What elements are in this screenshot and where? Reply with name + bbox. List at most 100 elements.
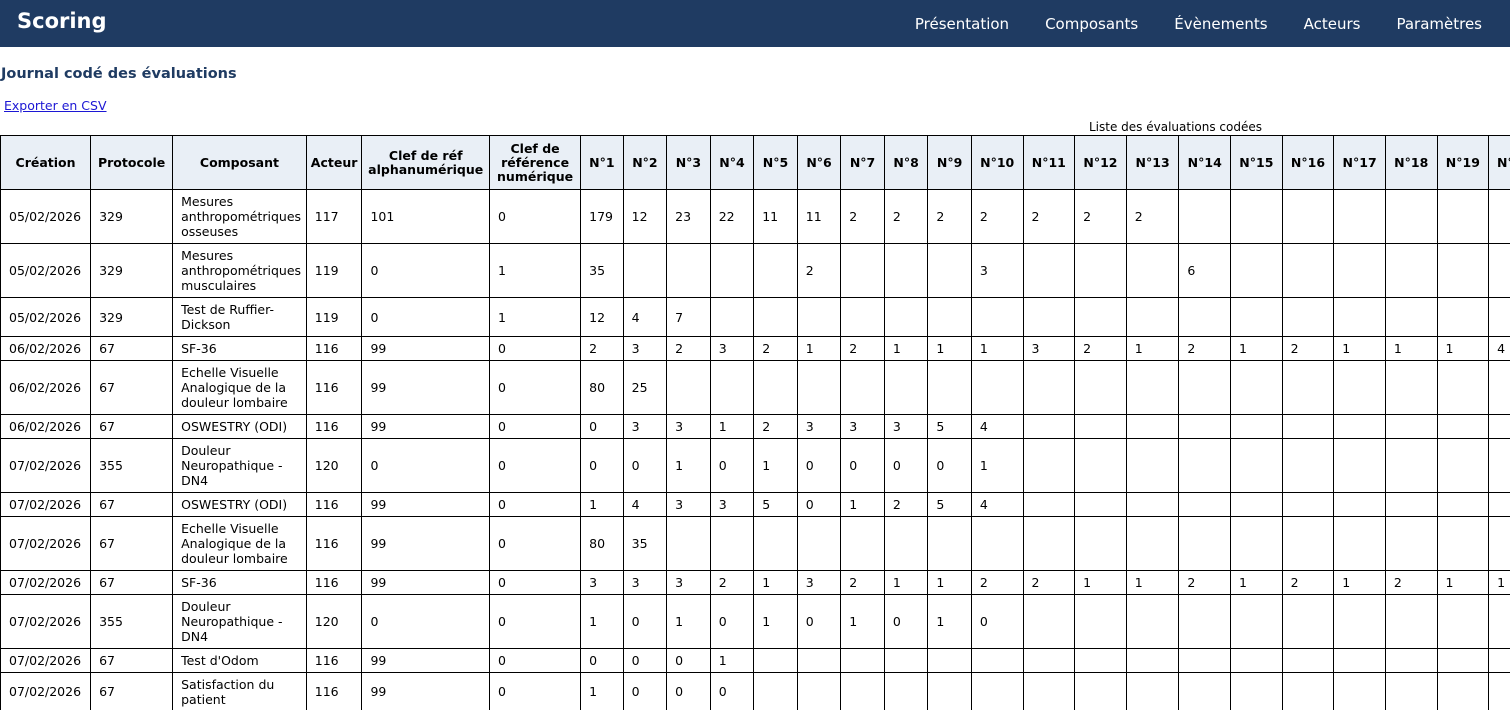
table-cell: 4 bbox=[1488, 336, 1510, 361]
table-cell: 116 bbox=[305, 648, 363, 673]
table-row: 06/02/2026 67 SF-36 116 99 0 2 3 2 3 2 1 2 1 1 1 3 2 1 2 1 2 1… bbox=[0, 336, 1510, 361]
table-cell: 0 bbox=[488, 594, 582, 649]
table-cell bbox=[1333, 516, 1386, 571]
table-cell: 329 bbox=[90, 297, 174, 337]
table-cell: 0 bbox=[622, 594, 668, 649]
table-cell: 99 bbox=[361, 336, 490, 361]
table-cell: 0 bbox=[883, 594, 929, 649]
nav-acteurs[interactable]: Acteurs bbox=[1304, 15, 1361, 33]
table-cell: 4 bbox=[622, 297, 668, 337]
table-cell bbox=[709, 297, 755, 337]
table-cell: 3 bbox=[622, 336, 668, 361]
app-brand[interactable]: Scoring bbox=[17, 9, 107, 33]
table-cell bbox=[1178, 189, 1232, 244]
table-cell: 07/02/2026 bbox=[0, 516, 92, 571]
column-header: N°3 bbox=[666, 135, 711, 190]
table-cell: 2 bbox=[883, 492, 929, 517]
table-cell bbox=[883, 516, 929, 571]
column-header: Acteur bbox=[305, 135, 363, 190]
table-cell: 179 bbox=[580, 189, 624, 244]
table-cell: 116 bbox=[305, 570, 363, 595]
table-cell bbox=[883, 243, 929, 298]
column-header: Clef de référence numérique bbox=[488, 135, 582, 190]
table-cell: 355 bbox=[90, 438, 174, 493]
table-cell: 1 bbox=[927, 570, 972, 595]
table-cell bbox=[709, 516, 755, 571]
nav-parametres[interactable]: Paramètres bbox=[1396, 15, 1482, 33]
table-cell bbox=[796, 516, 842, 571]
column-header: N°12 bbox=[1074, 135, 1127, 190]
table-cell bbox=[1281, 594, 1335, 649]
table-cell bbox=[1333, 648, 1386, 673]
component-cell: Douleur Neuropathique - DN4 bbox=[172, 438, 307, 493]
table-cell bbox=[796, 648, 842, 673]
table-cell: 0 bbox=[796, 438, 842, 493]
table-cell: 3 bbox=[580, 570, 624, 595]
table-cell: 0 bbox=[488, 336, 582, 361]
table-cell: 99 bbox=[361, 570, 490, 595]
component-cell: OSWESTRY (ODI) bbox=[172, 492, 307, 517]
table-cell: 0 bbox=[361, 297, 490, 337]
table-cell bbox=[927, 648, 972, 673]
table-cell bbox=[1230, 438, 1283, 493]
table-cell bbox=[666, 516, 711, 571]
column-header: N°6 bbox=[796, 135, 842, 190]
table-cell: 120 bbox=[305, 594, 363, 649]
table-cell: 0 bbox=[488, 648, 582, 673]
table-cell: 2 bbox=[883, 189, 929, 244]
table-cell: 05/02/2026 bbox=[0, 243, 92, 298]
table-cell: 1 bbox=[1230, 336, 1283, 361]
column-header: N°13 bbox=[1125, 135, 1180, 190]
table-cell: 0 bbox=[488, 672, 582, 710]
table-cell: 3 bbox=[709, 336, 755, 361]
table-cell bbox=[1125, 594, 1180, 649]
table-cell bbox=[1488, 243, 1510, 298]
export-csv-link[interactable]: Exporter en CSV bbox=[4, 98, 107, 113]
table-cell bbox=[1074, 297, 1127, 337]
column-header: Clef de réf alphanumérique bbox=[361, 135, 490, 190]
table-cell: 2 bbox=[1384, 570, 1438, 595]
nav-composants[interactable]: Composants bbox=[1045, 15, 1138, 33]
table-cell bbox=[1333, 360, 1386, 415]
table-cell bbox=[1333, 594, 1386, 649]
component-cell: Test d'Odom bbox=[172, 648, 307, 673]
nav-evenements[interactable]: Évènements bbox=[1174, 15, 1267, 33]
column-header: Création bbox=[0, 135, 92, 190]
table-cell bbox=[970, 648, 1024, 673]
table-cell: 0 bbox=[488, 414, 582, 439]
table-cell: 120 bbox=[305, 438, 363, 493]
table-cell: 67 bbox=[90, 672, 174, 710]
table-cell bbox=[1333, 414, 1386, 439]
table-cell bbox=[1022, 243, 1076, 298]
table-cell bbox=[1230, 594, 1283, 649]
table-cell bbox=[883, 648, 929, 673]
table-cell: 0 bbox=[361, 243, 490, 298]
table-cell: 5 bbox=[927, 414, 972, 439]
table-row: 07/02/2026 67 Test d'Odom 116 99 0 0 0 0 1 bbox=[0, 648, 1510, 673]
table-cell: 6 bbox=[1178, 243, 1232, 298]
table-cell: 2 bbox=[1178, 570, 1232, 595]
table-cell bbox=[1178, 594, 1232, 649]
table-cell bbox=[1125, 516, 1180, 571]
table-cell bbox=[970, 672, 1024, 710]
table-cell: 0 bbox=[488, 516, 582, 571]
table-cell: 0 bbox=[580, 414, 624, 439]
table-cell: 119 bbox=[305, 297, 363, 337]
table-cell: 0 bbox=[580, 648, 624, 673]
table-cell: 25 bbox=[622, 360, 668, 415]
table-cell bbox=[1333, 243, 1386, 298]
table-cell bbox=[1436, 297, 1490, 337]
table-cell: 99 bbox=[361, 414, 490, 439]
nav-presentation[interactable]: Présentation bbox=[915, 15, 1009, 33]
table-cell bbox=[1384, 492, 1438, 517]
column-header: N°8 bbox=[883, 135, 929, 190]
table-cell: 4 bbox=[970, 414, 1024, 439]
table-cell: 1 bbox=[580, 672, 624, 710]
table-cell: 2 bbox=[709, 570, 755, 595]
table-cell: 2 bbox=[840, 336, 885, 361]
table-cell: 3 bbox=[796, 570, 842, 595]
table-cell: 1 bbox=[709, 648, 755, 673]
table-cell: 11 bbox=[796, 189, 842, 244]
table-row: 07/02/2026 355 Douleur Neuropathique - DN4… bbox=[0, 438, 1510, 493]
table-cell bbox=[1022, 438, 1076, 493]
